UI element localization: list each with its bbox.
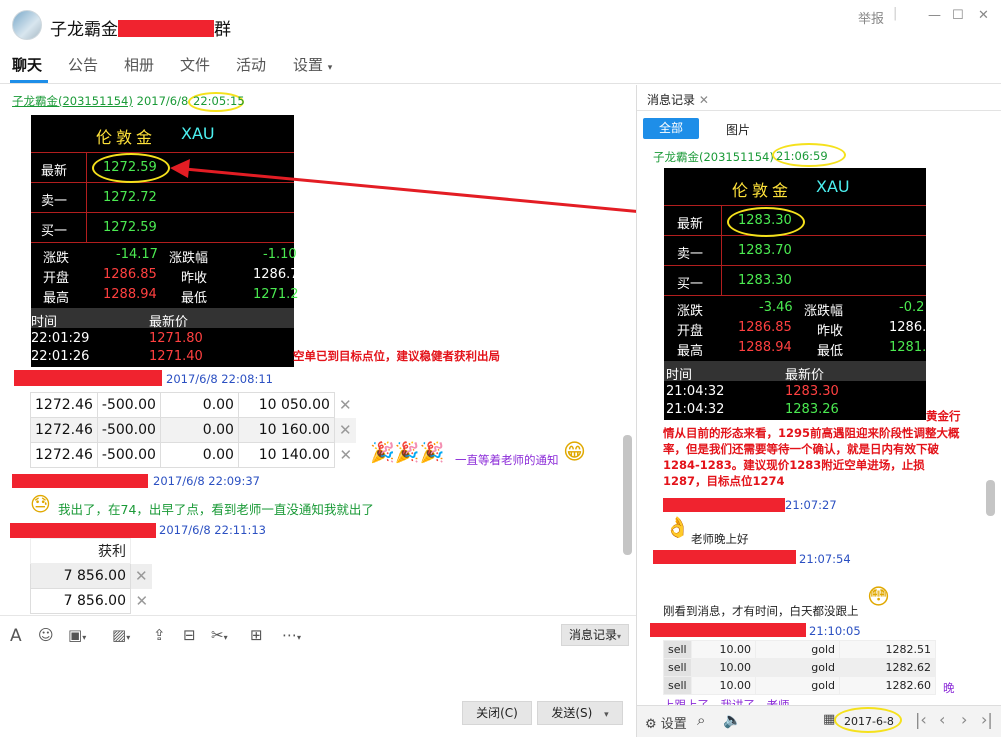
upload-icon[interactable]: ⇪ [153, 626, 166, 644]
search-icon[interactable]: ⌕ [697, 711, 705, 729]
more-icon[interactable]: ⋯▾ [282, 626, 301, 644]
high-label: 最高 [677, 344, 704, 359]
redacted-block [653, 550, 796, 564]
open-value: 1286.85 [738, 320, 792, 335]
message-time: 21:07:54 [799, 552, 851, 566]
buy-label: 买一 [677, 277, 704, 292]
image-icon[interactable]: ▨▾ [112, 626, 130, 644]
settings-label: 设置 [660, 717, 687, 732]
history-panel: 消息记录 ✕ 全部 图片 子龙霸金(203151154) 21:06:59 伦敦… [637, 85, 1001, 737]
chg-label: 涨跌 [677, 304, 704, 319]
scissors-icon[interactable]: ✂▾ [211, 626, 228, 644]
chevron-down-icon: ▾ [604, 710, 609, 720]
message-text: 黄金行 [926, 409, 961, 423]
highlight-circle [727, 207, 805, 237]
sell-value: 1283.70 [738, 243, 792, 258]
prev-label: 昨收 [817, 324, 844, 339]
table-row: sell 10.00 gold 1282.51 [663, 640, 936, 659]
date-field[interactable]: 2017-6-8 [844, 715, 894, 728]
filter-images-button[interactable]: 图片 [726, 121, 750, 138]
history-button[interactable]: 消息记录▾ [561, 624, 629, 646]
redacted-block [663, 498, 785, 512]
message-text: 刚看到消息，才有时间，白天都没跟上 [663, 604, 859, 618]
next-page-icon[interactable]: › [961, 710, 967, 729]
shy-emoji-icon: 😳 [867, 585, 890, 610]
trades-table: sell 10.00 gold 1282.51 sell 10.00 gold 1282.6… [663, 640, 936, 695]
low-value: 1281. [889, 340, 927, 355]
history-tab-label: 消息记录 [647, 93, 696, 107]
open-label: 开盘 [677, 324, 704, 339]
close-button[interactable]: 关闭(C) [462, 701, 532, 725]
divider [637, 110, 1001, 111]
low-label: 最低 [817, 344, 844, 359]
analysis-text: 情从目前的形态来看，1295前高遇阻迎来阶段性调整大概率，但是我们还需要等待一个… [663, 426, 960, 488]
emoji-icon[interactable]: ☺ [38, 626, 54, 644]
chgpct-label: 涨跌幅 [804, 304, 844, 319]
close-icon[interactable]: ✕ [699, 93, 709, 107]
history-label: 消息记录 [568, 628, 617, 642]
quote-name: 伦敦金 [732, 181, 793, 200]
chgpct-value: -0.2 [899, 300, 925, 315]
sell-label: 卖一 [677, 247, 704, 262]
prev-page-icon[interactable]: ‹ [939, 710, 945, 729]
latest-label: 最新 [677, 217, 704, 232]
divider [721, 206, 722, 296]
history-tab[interactable]: 消息记录 ✕ [647, 91, 709, 108]
table-row: sell 10.00 gold 1282.62 [663, 658, 936, 677]
prev-value: 1286. [889, 320, 927, 335]
gift-icon[interactable]: ⊟ [183, 626, 196, 644]
message-text: 老师晚上好 [691, 532, 749, 546]
message-text: 晚 [943, 681, 955, 695]
redacted-block [650, 623, 806, 637]
tick-price: 1283.26 [785, 402, 839, 417]
red-packet-icon[interactable]: ⊞ [250, 626, 263, 644]
gear-icon: ⚙ [645, 717, 657, 732]
tick-time: 21:04:32 [666, 384, 725, 399]
gif-icon[interactable]: ▣▾ [68, 626, 86, 644]
chg-value: -3.46 [759, 300, 793, 315]
quote-code: XAU [816, 177, 850, 196]
price-header: 最新价 [785, 368, 825, 383]
input-toolbar: A ☺ ▣▾ ▨▾ ⇪ ⊟ ✂▾ ⊞ ⋯▾ 消息记录▾ [0, 615, 636, 655]
time-header: 时间 [666, 368, 693, 383]
sender-name[interactable]: 子龙霸金(203151154) [653, 149, 774, 165]
history-footer: ⚙ 设置 ⌕ 🔈 ▦ 2017-6-8 |‹ ‹ › ›| [637, 705, 1001, 737]
history-scrollbar[interactable] [986, 480, 995, 516]
message-time: 21:06:59 [776, 149, 828, 163]
last-page-icon[interactable]: ›| [981, 710, 993, 729]
send-button[interactable]: 发送(S) ▾ [537, 701, 623, 725]
font-icon[interactable]: A [10, 626, 22, 646]
first-page-icon[interactable]: |‹ [915, 710, 927, 729]
speaker-icon[interactable]: 🔈 [723, 711, 742, 729]
ok-hand-icon: 👌 [665, 515, 690, 539]
message-time: 21:07:27 [785, 498, 837, 512]
table-row: sell 10.00 gold 1282.60 [663, 676, 936, 695]
send-label: 发送(S) [551, 706, 593, 720]
message-time: 21:10:05 [809, 624, 861, 638]
high-value: 1288.94 [738, 340, 792, 355]
tick-price: 1283.30 [785, 384, 839, 399]
settings-button[interactable]: ⚙ 设置 [645, 713, 687, 732]
tick-time: 21:04:32 [666, 402, 725, 417]
quote-card[interactable]: 伦敦金 XAU 最新 1283.30 卖一 1283.70 买一 1283.30… [664, 168, 926, 420]
buy-value: 1283.30 [738, 273, 792, 288]
filter-all-button[interactable]: 全部 [643, 118, 699, 139]
